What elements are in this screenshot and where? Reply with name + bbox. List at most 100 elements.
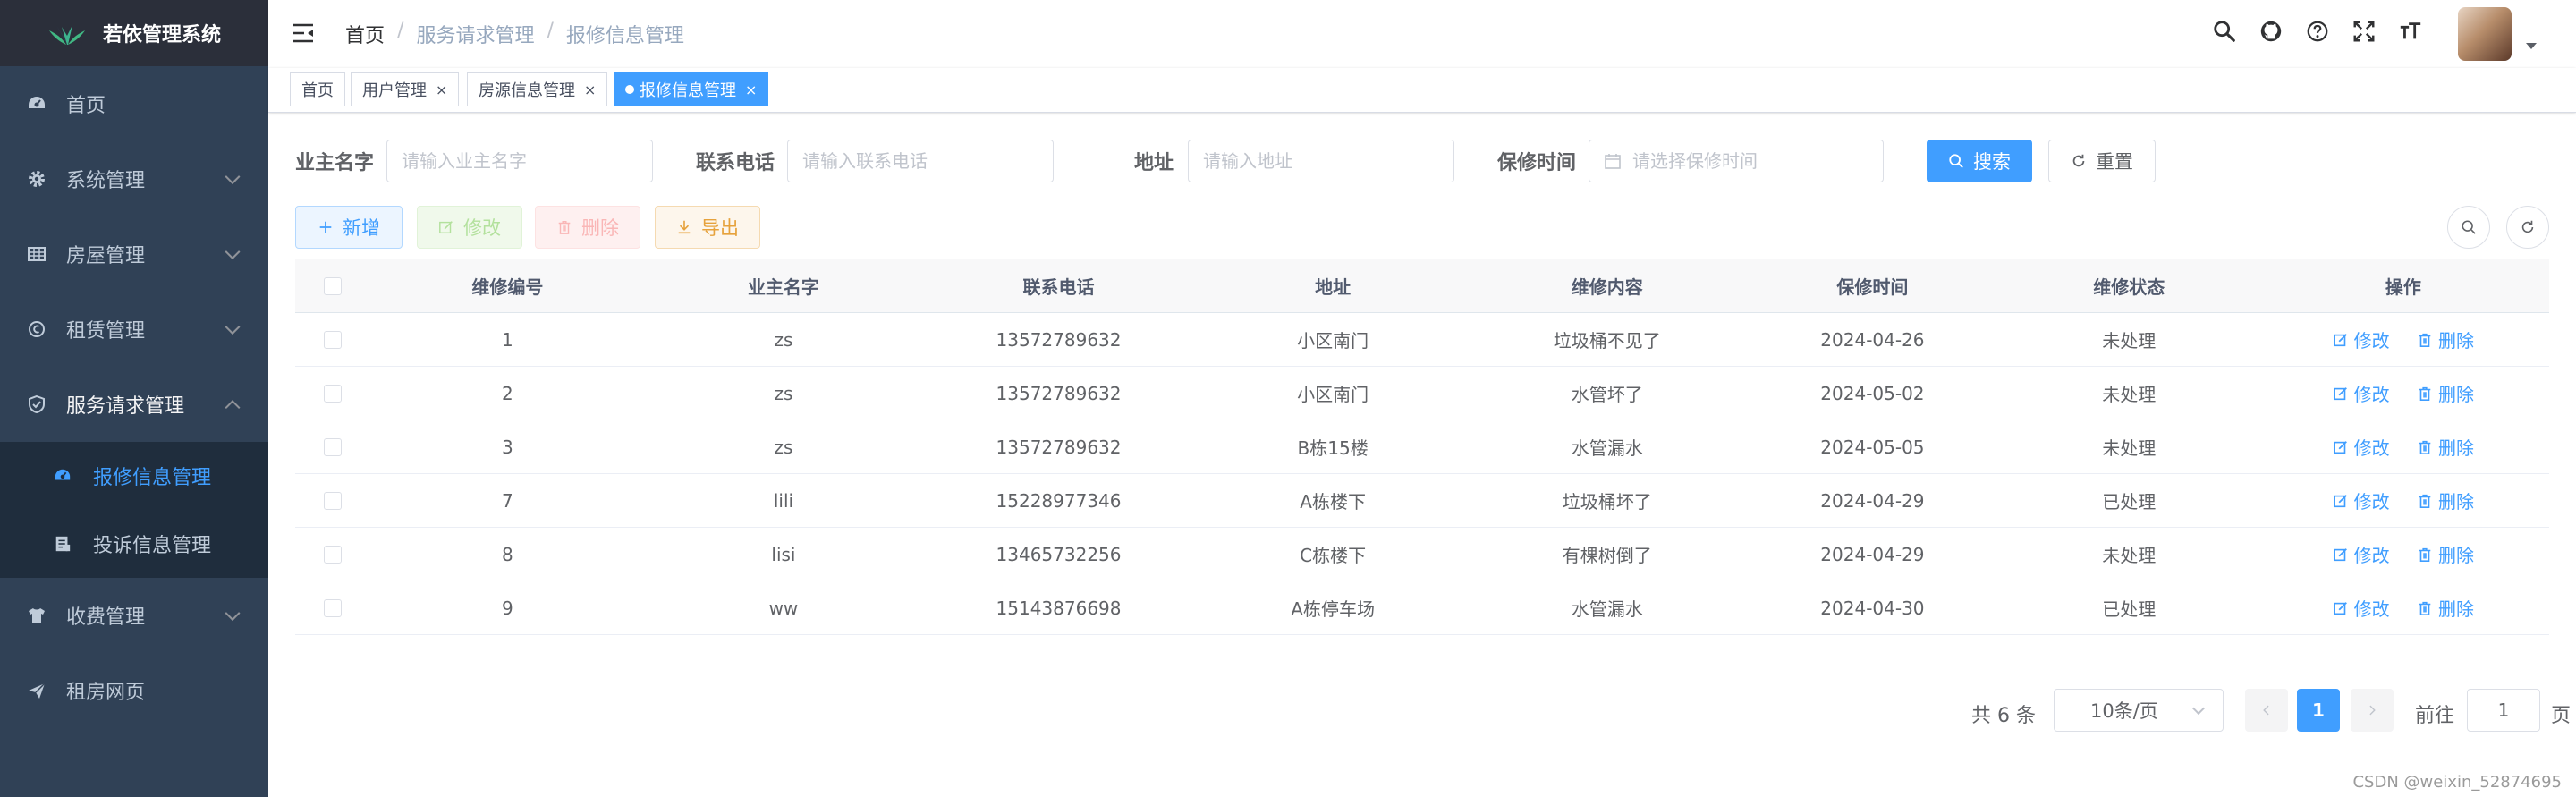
row-delete-button[interactable]: 删除 (2417, 326, 2474, 352)
sidebar: 若依管理系统 首页 系统管理 房屋管理 租赁管理 服务请求管理 报修信息管理 投… (0, 0, 268, 797)
row-edit-button[interactable]: 修改 (2333, 488, 2390, 513)
refresh-table-button[interactable] (2506, 206, 2549, 249)
export-button[interactable]: 导出 (655, 206, 760, 249)
row-checkbox[interactable] (323, 437, 342, 456)
tag-user[interactable]: 用户管理 × (351, 72, 460, 106)
logo[interactable]: 若依管理系统 (0, 0, 268, 66)
fullscreen-icon[interactable] (2351, 18, 2377, 45)
sidebar-item-service[interactable]: 服务请求管理 (0, 367, 268, 442)
sidebar-item-home[interactable]: 首页 (0, 66, 268, 141)
github-icon[interactable] (2258, 18, 2284, 45)
close-icon[interactable]: × (436, 81, 447, 98)
phone-input[interactable] (802, 150, 1053, 172)
tag-home[interactable]: 首页 (290, 72, 345, 106)
shield-icon (27, 394, 47, 414)
document-icon (54, 535, 72, 553)
question-icon[interactable] (2304, 18, 2331, 45)
tag-label: 首页 (301, 81, 334, 100)
delete-button[interactable]: 删除 (535, 206, 640, 249)
submenu-service: 报修信息管理 投诉信息管理 (0, 442, 268, 578)
caret-down-icon[interactable] (2526, 43, 2537, 49)
row-checkbox[interactable] (323, 384, 342, 403)
add-button[interactable]: 新增 (295, 206, 402, 249)
coin-icon (27, 319, 47, 339)
row-select-cell (295, 384, 369, 403)
sidebar-item-fee[interactable]: 收费管理 (0, 578, 268, 653)
row-edit-label: 修改 (2353, 491, 2390, 513)
table-row: 2 zs 13572789632 小区南门 水管坏了 2024-05-02 未处… (295, 367, 2549, 420)
tag-repair[interactable]: 报修信息管理 × (614, 72, 769, 106)
time-picker-input[interactable] (1632, 150, 1883, 172)
reset-button[interactable]: 重置 (2048, 140, 2156, 182)
row-delete-button[interactable]: 删除 (2417, 595, 2474, 621)
cell-time: 2024-04-29 (1820, 489, 1925, 512)
owner-input[interactable] (402, 150, 652, 172)
edit-button-label: 修改 (463, 217, 501, 239)
row-checkbox[interactable] (323, 330, 342, 349)
send-icon (27, 681, 47, 700)
sidebar-item-house[interactable]: 房屋管理 (0, 216, 268, 292)
app-title: 若依管理系统 (102, 24, 221, 47)
sidebar-item-label: 服务请求管理 (66, 395, 185, 418)
cell-owner: zs (774, 328, 793, 351)
select-all-checkbox[interactable] (323, 276, 342, 295)
avatar[interactable] (2458, 7, 2512, 61)
column-header: 业主名字 (747, 276, 819, 298)
row-edit-button[interactable]: 修改 (2333, 541, 2390, 567)
reset-button-label: 重置 (2096, 151, 2133, 173)
plus-icon (319, 221, 332, 233)
table-body: 1 zs 13572789632 小区南门 垃圾桶不见了 2024-04-26 … (295, 313, 2549, 635)
sidebar-item-complaint[interactable]: 投诉信息管理 (0, 510, 268, 578)
hamburger-icon[interactable] (292, 21, 315, 45)
cell-owner: zs (774, 436, 793, 458)
row-edit-button[interactable]: 修改 (2333, 326, 2390, 352)
cell-id: 8 (502, 543, 513, 565)
tag-house-source[interactable]: 房源信息管理 × (467, 72, 608, 106)
trash-icon (558, 220, 571, 234)
sidebar-item-rental-web[interactable]: 租房网页 (0, 653, 268, 728)
row-edit-button[interactable]: 修改 (2333, 380, 2390, 406)
tag-label: 房源信息管理 (479, 81, 575, 100)
page-number-button[interactable]: 1 (2297, 689, 2340, 732)
row-delete-button[interactable]: 删除 (2417, 434, 2474, 460)
row-edit-button[interactable]: 修改 (2333, 434, 2390, 460)
row-delete-label: 删除 (2438, 491, 2474, 513)
close-icon[interactable]: × (584, 81, 596, 98)
calendar-icon (1605, 154, 1621, 169)
font-size-icon[interactable] (2397, 18, 2424, 45)
row-edit-label: 修改 (2353, 437, 2390, 459)
breadcrumb-home[interactable]: 首页 (345, 20, 385, 48)
cell-time: 2024-05-05 (1820, 436, 1925, 458)
goto-page-input[interactable]: 1 (2467, 689, 2540, 732)
search-icon[interactable] (2211, 18, 2238, 45)
row-delete-button[interactable]: 删除 (2417, 380, 2474, 406)
column-header: 操作 (2385, 276, 2421, 298)
column-header: 维修内容 (1571, 276, 1643, 298)
tag-label: 报修信息管理 (640, 81, 736, 100)
next-page-button[interactable] (2351, 689, 2394, 732)
page-size-select[interactable]: 10条/页 (2054, 689, 2224, 732)
prev-page-button[interactable] (2245, 689, 2288, 732)
row-checkbox[interactable] (323, 491, 342, 510)
sidebar-item-repair[interactable]: 报修信息管理 (0, 442, 268, 510)
goto-label: 前往 (2415, 705, 2455, 727)
table-row: 8 lisi 13465732256 C栋楼下 有棵树倒了 2024-04-29… (295, 528, 2549, 581)
edit-button[interactable]: 修改 (417, 206, 522, 249)
toggle-search-button[interactable] (2447, 206, 2490, 249)
row-delete-label: 删除 (2438, 598, 2474, 620)
row-delete-button[interactable]: 删除 (2417, 541, 2474, 567)
address-input[interactable] (1203, 150, 1453, 172)
row-edit-button[interactable]: 修改 (2333, 595, 2390, 621)
row-delete-button[interactable]: 删除 (2417, 488, 2474, 513)
cell-time: 2024-05-02 (1820, 382, 1925, 404)
sidebar-item-label: 系统管理 (66, 170, 146, 192)
close-icon[interactable]: × (745, 81, 757, 98)
column-header: 维修编号 (471, 276, 544, 298)
sidebar-item-lease[interactable]: 租赁管理 (0, 292, 268, 367)
sidebar-item-system[interactable]: 系统管理 (0, 141, 268, 216)
row-checkbox[interactable] (323, 545, 342, 564)
search-icon (1949, 154, 1963, 168)
search-button[interactable]: 搜索 (1927, 140, 2032, 182)
row-checkbox[interactable] (323, 598, 342, 617)
dashboard-icon (27, 94, 47, 114)
